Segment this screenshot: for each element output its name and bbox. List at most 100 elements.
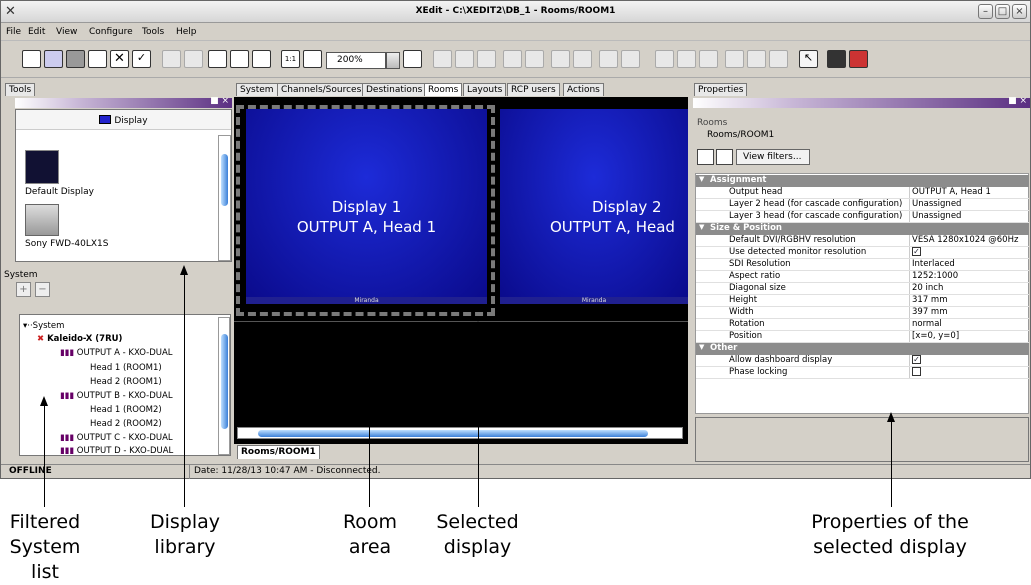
library-scrollbar[interactable] bbox=[218, 135, 231, 261]
tree-node-system[interactable]: ▾··System bbox=[23, 321, 64, 331]
open-icon[interactable] bbox=[44, 50, 63, 68]
pointer-icon[interactable]: ↖ bbox=[799, 50, 818, 68]
zoom-level-field[interactable]: 200% bbox=[326, 52, 386, 69]
apply-icon[interactable]: ✓ bbox=[132, 50, 151, 68]
list-view-icon[interactable] bbox=[716, 149, 733, 165]
align-icon[interactable] bbox=[433, 50, 452, 68]
menu-file[interactable]: File bbox=[6, 27, 21, 37]
display-2[interactable]: Display 2 OUTPUT A, Head Miranda bbox=[500, 109, 688, 304]
panel-close-icon[interactable]: ■ × bbox=[210, 96, 229, 106]
property-row[interactable]: Phase locking bbox=[696, 367, 1029, 379]
tab-rcp-users[interactable]: RCP users bbox=[507, 83, 560, 96]
property-value[interactable]: 20 inch bbox=[909, 283, 1029, 294]
property-group-assignment[interactable]: ▼ Assignment bbox=[696, 175, 1029, 187]
minimize-icon[interactable]: – bbox=[978, 4, 993, 19]
checked-checkbox[interactable]: ✓ bbox=[912, 247, 921, 256]
grid-icon[interactable] bbox=[477, 50, 496, 68]
maximize-icon[interactable]: □ bbox=[995, 4, 1010, 19]
property-row[interactable]: Rotation normal bbox=[696, 319, 1029, 331]
property-row[interactable]: Diagonal size 20 inch bbox=[696, 283, 1029, 295]
property-value[interactable]: [x=0, y=0] bbox=[909, 331, 1029, 342]
property-value[interactable]: 317 mm bbox=[909, 295, 1029, 306]
tab-rooms-room1[interactable]: Rooms/ROOM1 bbox=[237, 445, 320, 459]
window-icon[interactable] bbox=[88, 50, 107, 68]
tab-rooms[interactable]: Rooms bbox=[424, 83, 463, 96]
property-value[interactable] bbox=[909, 367, 1029, 378]
property-row[interactable]: Position [x=0, y=0] bbox=[696, 331, 1029, 343]
copy-icon[interactable] bbox=[230, 50, 249, 68]
align-right-icon[interactable] bbox=[769, 50, 788, 68]
tab-actions[interactable]: Actions bbox=[563, 83, 604, 96]
tab-tools[interactable]: Tools bbox=[5, 83, 36, 96]
align-left-icon[interactable] bbox=[725, 50, 744, 68]
tree-node-output-a[interactable]: ▮▮▮ OUTPUT A - KXO-DUAL bbox=[60, 348, 173, 358]
property-group-size-position[interactable]: ▼ Size & Position bbox=[696, 223, 1029, 235]
zoom-spinner[interactable] bbox=[386, 52, 400, 69]
tree-node-output-d[interactable]: ▮▮▮ OUTPUT D - KXO-DUAL bbox=[60, 446, 173, 456]
property-value[interactable]: Interlaced bbox=[909, 259, 1029, 270]
library-item-sony-fwd[interactable]: Sony FWD-40LX1S bbox=[25, 239, 108, 249]
align-center-icon[interactable] bbox=[747, 50, 766, 68]
align-bottom-icon[interactable] bbox=[699, 50, 718, 68]
zoom-1to1-icon[interactable]: 1:1 bbox=[281, 50, 300, 68]
space-v-icon[interactable] bbox=[573, 50, 592, 68]
menu-tools[interactable]: Tools bbox=[142, 27, 164, 37]
same-width-icon[interactable] bbox=[503, 50, 522, 68]
align-middle-icon[interactable] bbox=[677, 50, 696, 68]
tab-properties[interactable]: Properties bbox=[694, 83, 748, 96]
tree-node-head1-room1[interactable]: Head 1 (ROOM1) bbox=[90, 363, 162, 373]
room-horizontal-scrollbar[interactable] bbox=[237, 427, 683, 439]
property-value[interactable]: Unassigned bbox=[909, 211, 1029, 222]
tree-node-head2-room1[interactable]: Head 2 (ROOM1) bbox=[90, 377, 162, 387]
property-row[interactable]: SDI Resolution Interlaced bbox=[696, 259, 1029, 271]
categorized-view-icon[interactable] bbox=[697, 149, 714, 165]
close-icon[interactable]: × bbox=[1012, 4, 1027, 19]
tab-layouts[interactable]: Layouts bbox=[463, 83, 507, 96]
library-item-default-display[interactable]: Default Display bbox=[25, 187, 94, 197]
property-row[interactable]: Height 317 mm bbox=[696, 295, 1029, 307]
property-row[interactable]: Output head OUTPUT A, Head 1 bbox=[696, 187, 1029, 199]
record-icon[interactable] bbox=[849, 50, 868, 68]
checked-checkbox[interactable]: ✓ bbox=[912, 355, 921, 364]
properties-close-icon[interactable]: ■ × bbox=[1008, 96, 1027, 106]
zoom-out-icon[interactable] bbox=[303, 50, 322, 68]
tab-destinations[interactable]: Destinations bbox=[362, 83, 427, 96]
align-top-icon[interactable] bbox=[655, 50, 674, 68]
tree-node-output-c[interactable]: ▮▮▮ OUTPUT C - KXO-DUAL bbox=[60, 433, 173, 443]
system-list-scrollbar[interactable] bbox=[218, 317, 230, 455]
save-icon[interactable] bbox=[66, 50, 85, 68]
property-value[interactable]: VESA 1280x1024 @60Hz bbox=[909, 235, 1029, 246]
unchecked-checkbox[interactable] bbox=[912, 367, 921, 376]
property-row[interactable]: Layer 3 head (for cascade configuration)… bbox=[696, 211, 1029, 223]
zoom-in-icon[interactable] bbox=[403, 50, 422, 68]
same-height-icon[interactable] bbox=[525, 50, 544, 68]
property-row[interactable]: Allow dashboard display ✓ bbox=[696, 355, 1029, 367]
new-icon[interactable] bbox=[22, 50, 41, 68]
display-1[interactable]: Display 1 OUTPUT A, Head 1 Miranda bbox=[246, 109, 487, 304]
menu-view[interactable]: View bbox=[56, 27, 77, 37]
tree-node-kaleido[interactable]: ✖ Kaleido-X (7RU) bbox=[37, 334, 122, 344]
collapse-all-button[interactable]: − bbox=[35, 282, 50, 297]
room-area[interactable]: Display 1 OUTPUT A, Head 1 Miranda Displa… bbox=[234, 97, 688, 444]
menu-edit[interactable]: Edit bbox=[28, 27, 45, 37]
property-value[interactable]: OUTPUT A, Head 1 bbox=[909, 187, 1029, 198]
view-filters-button[interactable]: View filters... bbox=[736, 149, 810, 165]
tab-system[interactable]: System bbox=[236, 83, 278, 96]
library-scroll-thumb[interactable] bbox=[221, 154, 228, 206]
collapse-icon[interactable]: ▼ bbox=[699, 223, 704, 231]
property-value[interactable]: 1252:1000 bbox=[909, 271, 1029, 282]
distribute-v-icon[interactable] bbox=[621, 50, 640, 68]
expand-all-button[interactable]: + bbox=[16, 282, 31, 297]
system-scroll-thumb[interactable] bbox=[221, 334, 228, 429]
paste-icon[interactable] bbox=[252, 50, 271, 68]
redo-icon[interactable] bbox=[184, 50, 203, 68]
property-row[interactable]: Width 397 mm bbox=[696, 307, 1029, 319]
space-h-icon[interactable] bbox=[551, 50, 570, 68]
collapse-icon[interactable]: ▼ bbox=[699, 343, 704, 351]
room-scroll-thumb[interactable] bbox=[258, 430, 648, 437]
delete-icon[interactable]: ✕ bbox=[110, 50, 129, 68]
tree-node-output-b[interactable]: ▮▮▮ OUTPUT B - KXO-DUAL bbox=[60, 391, 173, 401]
property-value[interactable]: normal bbox=[909, 319, 1029, 330]
undo-icon[interactable] bbox=[162, 50, 181, 68]
align2-icon[interactable] bbox=[455, 50, 474, 68]
